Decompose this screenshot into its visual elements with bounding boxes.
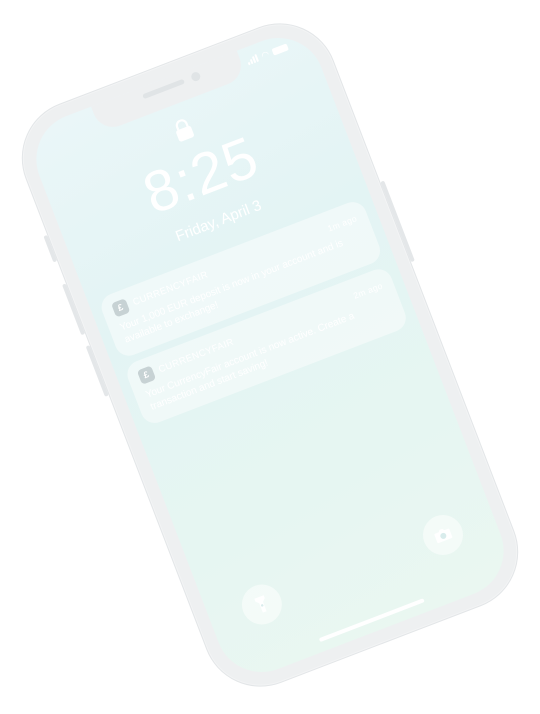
front-camera bbox=[189, 70, 202, 83]
battery-icon bbox=[271, 42, 289, 56]
stage: ◠ 8:25 Friday, April 3 £ CURRENCYFAIR 1m… bbox=[0, 0, 540, 714]
camera-icon bbox=[434, 528, 453, 544]
camera-button[interactable] bbox=[417, 509, 469, 561]
flashlight-icon bbox=[254, 595, 267, 613]
phone-mockup: ◠ 8:25 Friday, April 3 £ CURRENCYFAIR 1m… bbox=[4, 6, 536, 704]
currencyfair-app-icon: £ bbox=[111, 298, 131, 318]
signal-icon bbox=[246, 53, 260, 66]
flashlight-button[interactable] bbox=[236, 578, 288, 631]
notification-time: 1m ago bbox=[325, 212, 359, 234]
wifi-icon: ◠ bbox=[259, 48, 271, 61]
currencyfair-app-icon: £ bbox=[136, 365, 157, 385]
lock-icon bbox=[175, 119, 194, 142]
status-bar: ◠ bbox=[246, 42, 289, 66]
notification-time: 2m ago bbox=[351, 279, 385, 301]
